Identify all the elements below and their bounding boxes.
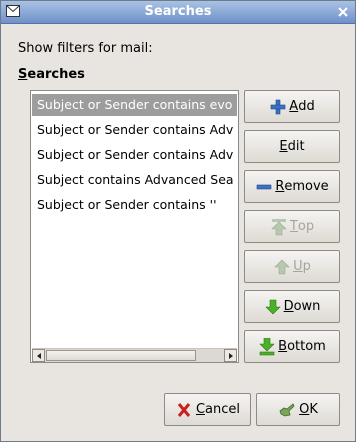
- scroll-right-button[interactable]: [224, 349, 237, 362]
- cancel-button[interactable]: Cancel: [164, 393, 251, 426]
- plus-icon: [270, 99, 286, 114]
- up-button[interactable]: Up: [244, 250, 340, 283]
- ok-hand-icon: [279, 402, 295, 416]
- down-mnemonic: D: [283, 299, 294, 314]
- ok-mnemonic: O: [299, 402, 310, 417]
- top-label: op: [297, 219, 315, 234]
- edit-label: dit: [287, 139, 305, 154]
- cancel-x-icon: [177, 402, 191, 417]
- down-label: own: [293, 299, 321, 314]
- scroll-thumb[interactable]: [46, 350, 196, 361]
- remove-mnemonic: R: [275, 179, 285, 194]
- window-title: Searches: [144, 4, 212, 19]
- list-item[interactable]: Subject or Sender contains Adv: [32, 119, 237, 141]
- down-button[interactable]: Down: [244, 290, 340, 323]
- scroll-left-button[interactable]: [32, 349, 45, 362]
- searches-heading: Searches: [18, 67, 85, 82]
- searches-dialog: Searches Show filters for mail: Searches…: [0, 0, 356, 442]
- heading-rest: earches: [27, 67, 85, 82]
- ok-label: K: [309, 402, 318, 417]
- searches-list-area[interactable]: Subject or Sender contains evo Subject o…: [32, 92, 237, 347]
- ok-button[interactable]: OK: [256, 393, 340, 426]
- edit-button[interactable]: Edit: [244, 130, 340, 163]
- intro-label: Show filters for mail:: [18, 41, 153, 56]
- title-bar[interactable]: Searches: [1, 1, 355, 24]
- add-label: dd: [298, 99, 315, 114]
- close-icon[interactable]: [335, 4, 351, 20]
- up-mnemonic: U: [293, 259, 303, 274]
- searches-list[interactable]: Subject or Sender contains evo Subject o…: [30, 90, 239, 363]
- arrow-left-icon: [37, 353, 41, 359]
- arrow-up-icon: [274, 259, 290, 274]
- list-item[interactable]: Subject or Sender contains Adv: [32, 144, 237, 166]
- bottom-mnemonic: B: [278, 339, 288, 354]
- remove-label: emove: [284, 179, 329, 194]
- top-mnemonic: T: [289, 219, 298, 234]
- up-label: p: [302, 259, 311, 274]
- top-button[interactable]: Top: [244, 210, 340, 243]
- arrow-top-icon: [271, 218, 287, 235]
- arrow-right-icon: [229, 353, 233, 359]
- list-item[interactable]: Subject or Sender contains '': [32, 194, 237, 216]
- list-item[interactable]: Subject contains Advanced Sea: [32, 169, 237, 191]
- bottom-button[interactable]: Bottom: [244, 330, 340, 363]
- minus-icon: [257, 184, 272, 189]
- edit-mnemonic: E: [279, 139, 288, 154]
- remove-button[interactable]: Remove: [244, 170, 340, 203]
- bottom-label: ottom: [287, 339, 326, 354]
- arrow-bottom-icon: [259, 337, 275, 355]
- arrow-down-icon: [264, 299, 281, 314]
- horizontal-scrollbar[interactable]: [32, 348, 237, 362]
- list-item[interactable]: Subject or Sender contains evo: [32, 94, 237, 116]
- add-button[interactable]: Add: [244, 90, 340, 123]
- add-mnemonic: A: [289, 99, 299, 114]
- heading-mnemonic: S: [18, 67, 28, 82]
- cancel-mnemonic: C: [195, 402, 206, 417]
- cancel-label: ancel: [205, 402, 241, 417]
